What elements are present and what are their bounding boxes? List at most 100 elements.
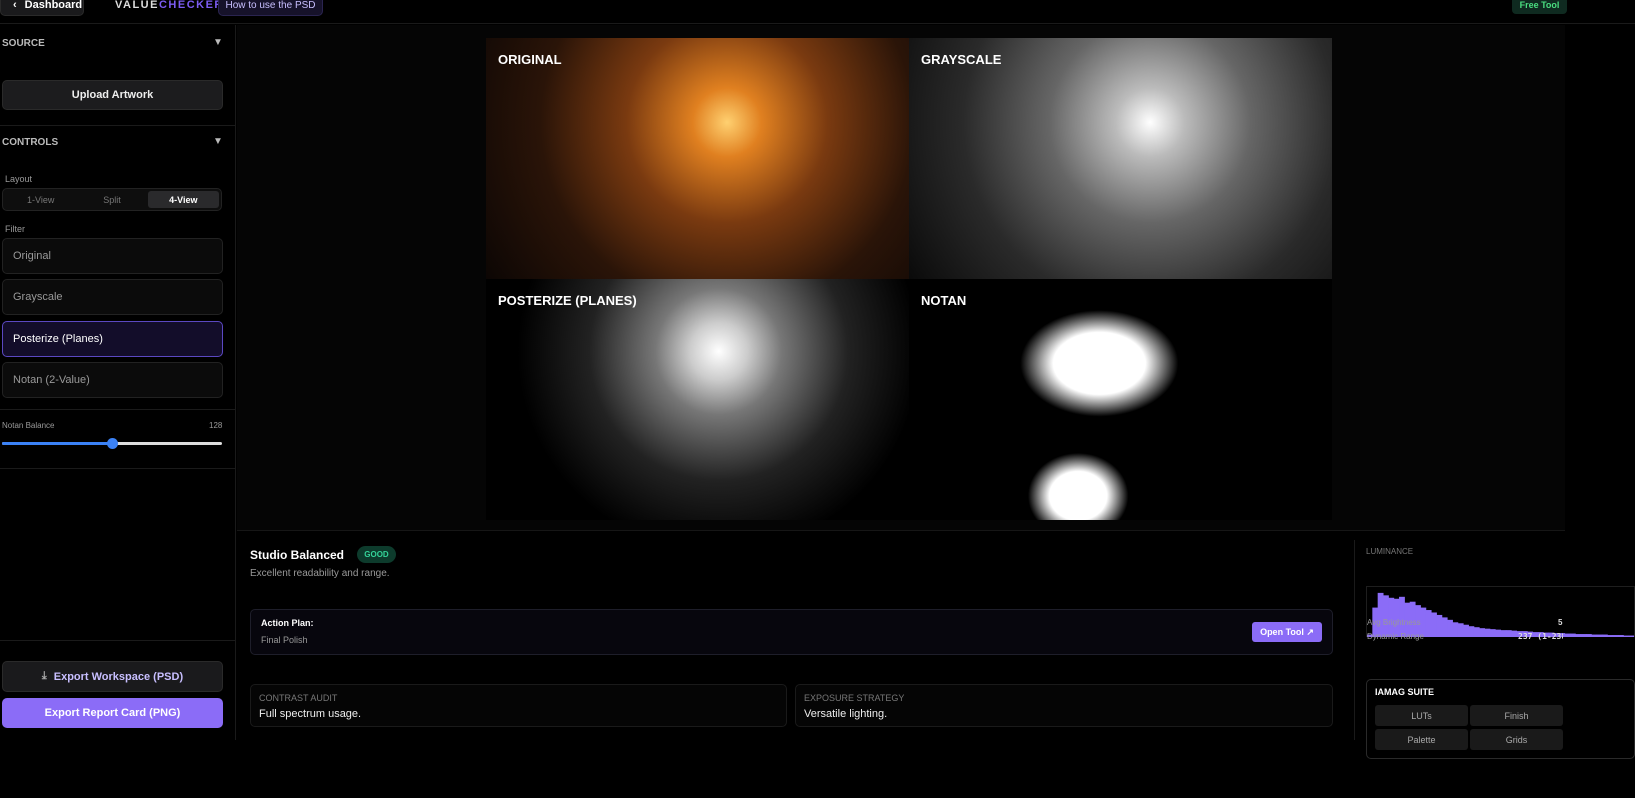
notan-balance-value: 128: [209, 421, 223, 430]
dashboard-label: Dashboard: [24, 0, 83, 11]
histogram-bar: [1441, 617, 1448, 637]
histogram-bar: [1612, 635, 1619, 637]
iamag-suite: IAMAG SUITE LUTs Finish Palette Grids: [1366, 679, 1635, 759]
contrast-audit-card: CONTRAST AUDIT Full spectrum usage.: [250, 684, 787, 727]
logo-part-1: VALUE: [115, 0, 159, 11]
card-value: Full spectrum usage.: [259, 708, 362, 720]
grids-button[interactable]: Grids: [1470, 729, 1563, 750]
avg-brightness-label: Avg Brightness: [1367, 618, 1421, 627]
histogram-bar: [1436, 614, 1443, 637]
logo-part-2: CHECKER: [158, 0, 224, 11]
filter-posterize[interactable]: Posterize (Planes): [2, 321, 223, 357]
open-tool-button[interactable]: Open Tool ↗: [1252, 622, 1322, 642]
action-plan-value: Final Polish: [261, 635, 308, 645]
histogram-bar: [1484, 628, 1491, 637]
panel-title: GRAYSCALE: [921, 52, 1002, 67]
histogram-bar: [1596, 634, 1603, 637]
filter-original[interactable]: Original: [2, 238, 223, 274]
notan-balance-slider[interactable]: [2, 438, 222, 449]
card-value: Versatile lighting.: [804, 708, 888, 720]
top-bar: ‹ Dashboard VALUECHECKER How to use the P…: [0, 0, 1635, 24]
divider: [0, 640, 236, 641]
layout-1-view[interactable]: 1-View: [5, 191, 76, 208]
layout-4-view[interactable]: 4-View: [147, 191, 219, 208]
dynamic-range-label: Dynamic Range: [1367, 632, 1424, 641]
histogram-bar: [1399, 596, 1405, 637]
free-tool-badge: Free Tool: [1512, 0, 1567, 14]
histogram-bar: [1500, 630, 1507, 637]
panel-title: ORIGINAL: [498, 52, 562, 67]
histogram-bar: [1505, 630, 1512, 637]
report-subtitle: Excellent readability and range.: [250, 568, 390, 579]
histogram-bar: [1585, 634, 1592, 637]
source-header[interactable]: SOURCE: [2, 38, 45, 49]
notan-balance-label: Notan Balance: [2, 421, 55, 430]
exposure-strategy-card: EXPOSURE STRATEGY Versatile lighting.: [795, 684, 1333, 727]
histogram-bar: [1431, 612, 1437, 637]
logo: VALUECHECKER: [115, 0, 224, 11]
histogram-bar: [1591, 634, 1598, 637]
histogram-bar: [1601, 634, 1608, 637]
histogram-bar: [1473, 627, 1480, 637]
histogram-bar: [1468, 626, 1475, 637]
card-heading: EXPOSURE STRATEGY: [804, 693, 905, 703]
luminance-histogram: [1366, 586, 1635, 637]
histogram-bar: [1628, 635, 1634, 637]
histogram-bar: [1623, 635, 1630, 637]
histogram-bar: [1569, 633, 1576, 637]
report-title: Studio Balanced: [250, 548, 345, 562]
controls-header[interactable]: CONTROLS: [2, 137, 58, 148]
export-psd-button[interactable]: ⤓ Export Workspace (PSD): [2, 661, 223, 692]
filter-notan[interactable]: Notan (2-Value): [2, 362, 223, 398]
histogram-bar: [1479, 628, 1485, 637]
layout-split[interactable]: Split: [76, 191, 147, 208]
upload-artwork-button[interactable]: Upload Artwork: [2, 80, 223, 110]
luminance-title: LUMINANCE: [1366, 547, 1414, 556]
histogram-bar: [1383, 595, 1389, 637]
histogram-bar: [1575, 634, 1582, 637]
dashboard-button[interactable]: ‹ Dashboard: [0, 0, 84, 16]
histogram-bar: [1495, 629, 1501, 637]
action-plan-card: Action Plan: Final Polish: [250, 609, 1333, 655]
panel-notan: NOTAN: [909, 279, 1332, 520]
slider-thumb[interactable]: [107, 438, 118, 449]
panel-grayscale: GRAYSCALE: [909, 38, 1332, 279]
histogram-bar: [1489, 629, 1496, 637]
panel-posterize: POSTERIZE (PLANES): [486, 279, 909, 520]
histogram-bar: [1564, 633, 1571, 637]
download-icon: ⤓: [41, 670, 47, 682]
filter-grayscale[interactable]: Grayscale: [2, 279, 223, 315]
dynamic-range-value: 237 (1-238: [1518, 632, 1563, 641]
histogram-bar: [1425, 610, 1432, 637]
avg-brightness-value: 5: [1558, 618, 1563, 627]
finish-button[interactable]: Finish: [1470, 705, 1563, 726]
histogram-bar: [1377, 592, 1384, 637]
chevron-left-icon: ‹: [13, 0, 17, 11]
histogram-bar: [1617, 635, 1624, 637]
histogram-bar: [1580, 634, 1587, 637]
suite-title: IAMAG SUITE: [1375, 687, 1435, 697]
how-to-button[interactable]: How to use the PSD: [218, 0, 323, 16]
panel-title: NOTAN: [921, 293, 967, 308]
card-heading: CONTRAST AUDIT: [259, 693, 338, 703]
filter-label: Filter: [5, 224, 25, 234]
panel-title: POSTERIZE (PLANES): [498, 293, 637, 308]
action-plan-label: Action Plan:: [261, 618, 314, 628]
status-badge: GOOD: [357, 546, 396, 563]
divider: [0, 468, 236, 469]
panel-original: ORIGINAL: [486, 38, 909, 279]
layout-segmented-control: 1-View Split 4-View: [2, 188, 222, 211]
histogram-bar: [1607, 635, 1614, 637]
layout-label: Layout: [5, 174, 33, 184]
luts-button[interactable]: LUTs: [1375, 705, 1468, 726]
export-psd-label: Export Workspace (PSD): [53, 670, 184, 683]
histogram-bar: [1452, 622, 1459, 637]
divider: [0, 125, 236, 126]
divider: [0, 409, 236, 410]
palette-button[interactable]: Palette: [1375, 729, 1468, 750]
caret-down-icon[interactable]: ▼: [213, 136, 223, 147]
histogram-bar: [1511, 630, 1518, 637]
histogram-bar: [1463, 624, 1469, 637]
caret-down-icon[interactable]: ▼: [213, 37, 223, 48]
export-png-button[interactable]: Export Report Card (PNG): [2, 698, 223, 728]
